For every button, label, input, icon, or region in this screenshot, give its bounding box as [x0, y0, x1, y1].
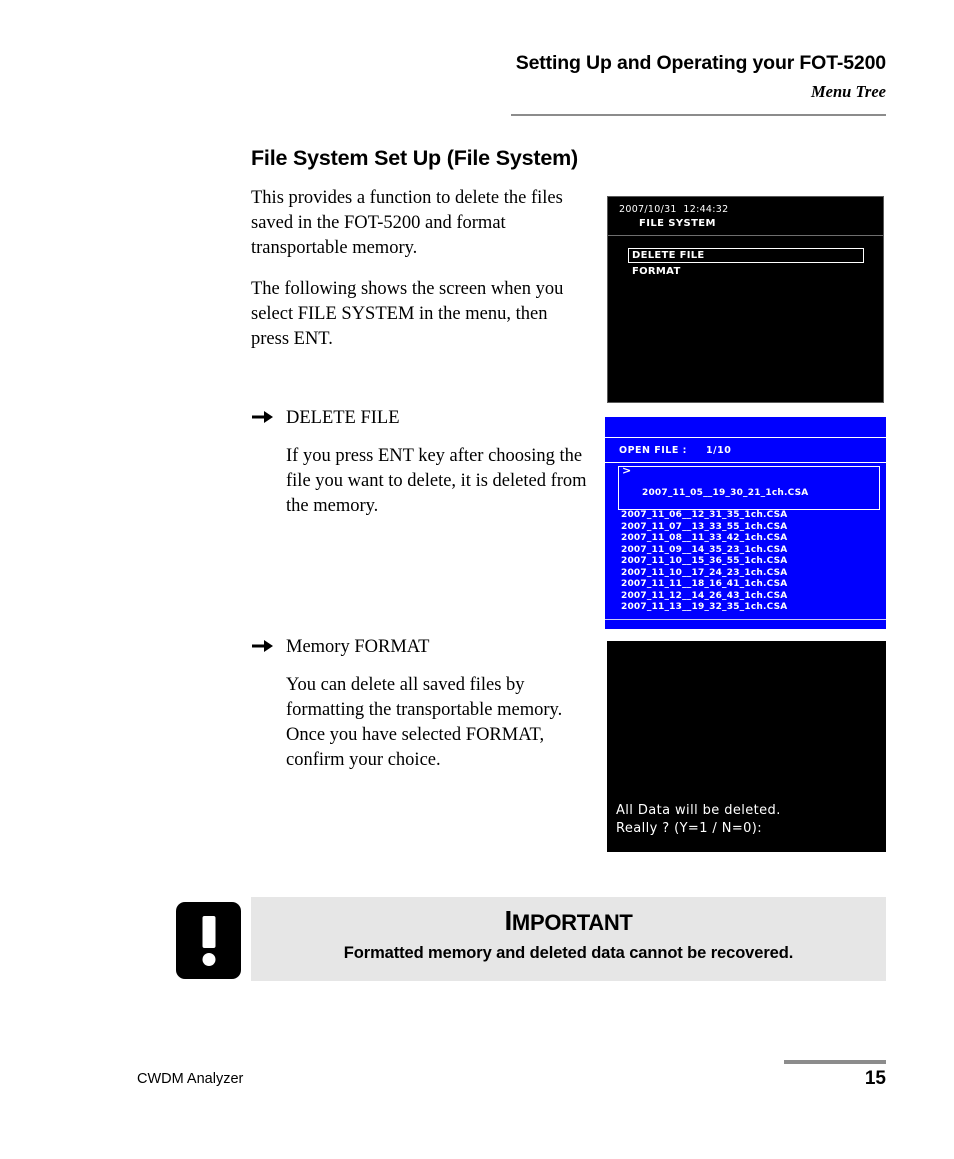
bullet-body-delete-file: If you press ENT key after choosing the … — [286, 446, 587, 516]
device-screenshot-file-system: 2007/10/31 12:44:32 FILE SYSTEM DELETE F… — [607, 196, 884, 403]
confirm-line-warning: All Data will be deleted. — [616, 803, 781, 818]
header-divider — [511, 114, 886, 117]
file-list-item: 2007_11_07__13_33_55_1ch.CSA — [605, 522, 886, 534]
intro-paragraph-2: The following shows the screen when you … — [251, 279, 564, 349]
header-subtitle: Menu Tree — [810, 82, 886, 102]
footer-product-name: CWDM Analyzer — [137, 1071, 244, 1087]
important-title: IMPORTANT — [251, 897, 886, 937]
important-callout: IMPORTANT Formatted memory and deleted d… — [176, 897, 886, 981]
file-system-menu-list: DELETE FILE FORMAT — [608, 236, 883, 277]
file-list-item: 2007_11_08__11_33_42_1ch.CSA — [605, 533, 886, 545]
open-file-header: OPEN FILE : 1/10 — [605, 438, 886, 463]
device-screenshot-open-file: OPEN FILE : 1/10 > 2007_11_05__19_30_21_… — [605, 417, 886, 629]
bullet-heading-delete-file: DELETE FILE — [251, 406, 596, 430]
file-list-item: 2007_11_09__14_35_23_1ch.CSA — [605, 545, 886, 557]
file-list-item: 2007_11_12__14_26_43_1ch.CSA — [605, 591, 886, 603]
screen-bottom-divider — [605, 619, 886, 620]
file-name: 2007_11_09__14_35_23_1ch.CSA — [621, 544, 788, 555]
important-message: Formatted memory and deleted data cannot… — [343, 944, 794, 962]
open-file-page-indicator: 1/10 — [706, 445, 732, 456]
device-screenshot-format-confirm: All Data will be deleted. Really ? (Y=1 … — [607, 641, 886, 852]
file-list-item: > 2007_11_05__19_30_21_1ch.CSA — [618, 464, 880, 510]
file-list-item: 2007_11_11__18_16_41_1ch.CSA — [605, 579, 886, 591]
file-name: 2007_11_08__11_33_42_1ch.CSA — [621, 533, 788, 543]
file-list-item: 2007_11_10__17_24_23_1ch.CSA — [605, 568, 886, 580]
bullet-section-memory-format: Memory FORMAT You can delete all saved f… — [251, 635, 596, 773]
exclamation-dot — [202, 953, 215, 966]
file-name: 2007_11_10__17_24_23_1ch.CSA — [621, 567, 788, 578]
page-header: Setting Up and Operating your FOT-5200 M… — [251, 52, 886, 117]
cursor-arrow-icon: > — [622, 464, 632, 477]
file-name: 2007_11_10__15_36_55_1ch.CSA — [621, 556, 788, 566]
arrow-bullet-icon — [251, 636, 275, 656]
exclamation-stem — [202, 916, 215, 948]
bullet-section-delete-file: DELETE FILE If you press ENT key after c… — [251, 406, 596, 519]
file-name: 2007_11_13__19_32_35_1ch.CSA — [621, 602, 788, 612]
file-list-item: 2007_11_13__19_32_35_1ch.CSA — [605, 602, 886, 614]
page-number: 15 — [864, 1068, 886, 1089]
file-name: 2007_11_07__13_33_55_1ch.CSA — [621, 521, 788, 532]
important-panel: IMPORTANT Formatted memory and deleted d… — [251, 897, 886, 981]
file-name: 2007_11_12__14_26_43_1ch.CSA — [621, 590, 788, 601]
important-title-initial: I — [504, 905, 512, 936]
page-footer: CWDM Analyzer 15 — [137, 1060, 886, 1108]
file-list-item: 2007_11_10__15_36_55_1ch.CSA — [605, 556, 886, 568]
open-file-label: OPEN FILE : — [619, 445, 687, 456]
important-title-rest: MPORTANT — [511, 910, 633, 935]
menu-item-delete-file: DELETE FILE — [628, 248, 864, 263]
bullet-heading-memory-format: Memory FORMAT — [251, 635, 596, 659]
menu-item-format: FORMAT — [632, 266, 681, 277]
screen-name-label: FILE SYSTEM — [639, 218, 716, 229]
header-title: Setting Up and Operating your FOT-5200 — [515, 52, 886, 74]
file-name: 2007_11_05__19_30_21_1ch.CSA — [642, 488, 809, 498]
page-title: File System Set Up (File System) — [251, 146, 578, 170]
file-list: > 2007_11_05__19_30_21_1ch.CSA 2007_11_0… — [605, 463, 886, 614]
file-name: 2007_11_06__12_31_35_1ch.CSA — [621, 510, 788, 520]
footer-divider — [784, 1060, 886, 1064]
bullet-heading-text: Memory FORMAT — [286, 637, 430, 657]
bullet-body-memory-format: You can delete all saved files by format… — [286, 675, 563, 770]
arrow-bullet-icon — [251, 407, 275, 427]
intro-paragraph-1: This provides a function to delete the f… — [251, 188, 563, 258]
screen-timestamp: 2007/10/31 12:44:32 — [619, 204, 729, 215]
file-name: 2007_11_11__18_16_41_1ch.CSA — [621, 579, 788, 589]
exclamation-icon — [176, 902, 241, 979]
intro-text-block: This provides a function to delete the f… — [251, 186, 589, 368]
file-list-item: 2007_11_06__12_31_35_1ch.CSA — [605, 510, 886, 522]
confirm-line-prompt: Really ? (Y=1 / N=0): — [616, 821, 763, 836]
screen-top-bar — [605, 417, 886, 438]
format-confirm-message: All Data will be deleted. Really ? (Y=1 … — [616, 802, 781, 838]
bullet-heading-text: DELETE FILE — [286, 408, 400, 428]
open-file-spacer — [687, 445, 706, 456]
